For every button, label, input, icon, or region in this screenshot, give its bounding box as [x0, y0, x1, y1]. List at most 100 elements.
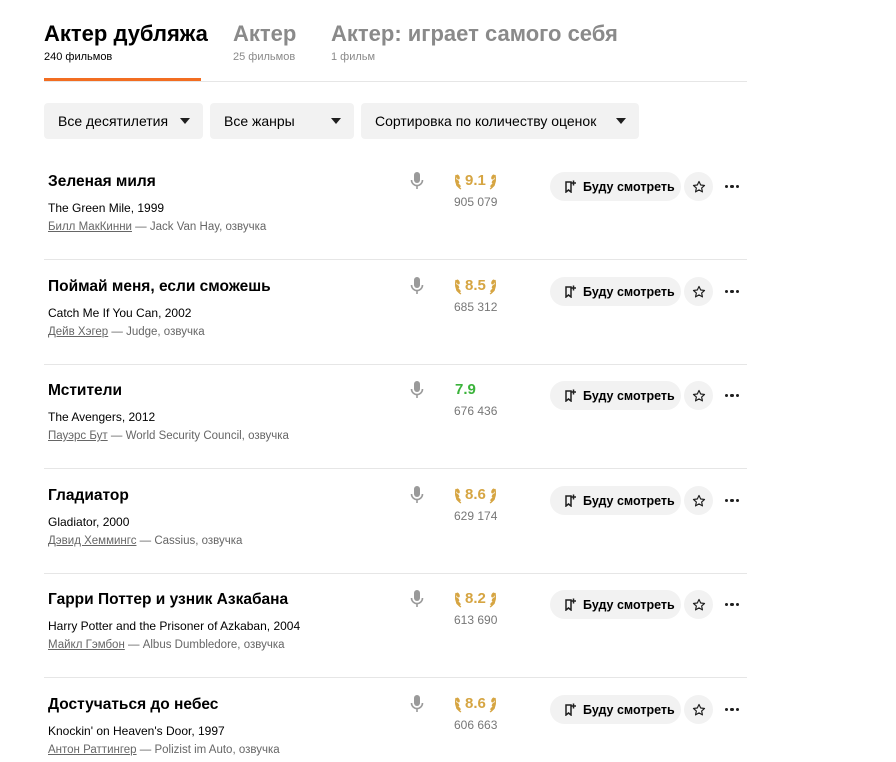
rating-value: 7.9 [455, 381, 476, 398]
dot-icon [730, 498, 734, 503]
film-original-title: Gladiator, 2000 [48, 515, 130, 529]
role-text: — Jack Van Hay, озвучка [131, 221, 267, 233]
decades-filter[interactable]: Все десятилетия [44, 103, 203, 139]
star-icon [692, 180, 706, 194]
more-options-button[interactable] [721, 486, 743, 515]
dot-icon [730, 289, 734, 294]
role-text: — Judge, озвучка [108, 326, 205, 338]
tab-actor-self[interactable]: Актер: играет самого себя 1 фильм [331, 20, 618, 64]
film-row: Поймай меня, если сможешь Catch Me If You… [44, 260, 747, 365]
genres-filter[interactable]: Все жанры [210, 103, 354, 139]
laurel-left-icon [453, 695, 463, 713]
role-tabs: Актер дубляжа 240 фильмов Актер 25 фильм… [44, 0, 747, 82]
genres-filter-label: Все жанры [224, 113, 295, 129]
bookmark-add-icon [564, 180, 583, 193]
film-title[interactable]: Гладиатор [48, 486, 129, 506]
watch-later-label: Буду смотреть [583, 179, 675, 194]
microphone-icon [410, 695, 424, 713]
laurel-left-icon [453, 277, 463, 295]
film-row: Гладиатор Gladiator, 2000 Дэвид Хеммингс —… [44, 469, 747, 574]
votes-count: 905 079 [454, 195, 498, 209]
film-title[interactable]: Достучаться до небес [48, 695, 218, 715]
watch-later-button[interactable]: Буду смотреть [550, 590, 681, 619]
microphone-icon [410, 172, 424, 190]
dot-icon [735, 498, 740, 503]
film-role: Дэвид Хеммингс — Cassius, озвучка [48, 533, 242, 549]
rating: 9.1 [453, 170, 498, 192]
votes-count: 613 690 [454, 613, 498, 627]
rating-value: 9.1 [465, 172, 486, 189]
sort-select-label: Сортировка по количеству оценок [375, 113, 597, 129]
film-row: Достучаться до небес Knockin' on Heaven's… [44, 678, 747, 762]
microphone-icon [410, 590, 424, 608]
film-role: Билл МакКинни — Jack Van Hay, озвучка [48, 219, 266, 235]
more-options-button[interactable] [721, 277, 743, 306]
film-title[interactable]: Поймай меня, если сможешь [48, 277, 271, 297]
star-rate-button[interactable] [684, 277, 713, 306]
person-link[interactable]: Майкл Гэмбон [48, 639, 125, 651]
watch-later-button[interactable]: Буду смотреть [550, 277, 681, 306]
film-role: Майкл Гэмбон — Albus Dumbledore, озвучка [48, 637, 285, 653]
star-icon [692, 389, 706, 403]
tab-actor[interactable]: Актер 25 фильмов [233, 20, 296, 64]
laurel-right-icon [488, 172, 498, 190]
watch-later-button[interactable]: Буду смотреть [550, 172, 681, 201]
star-icon [692, 494, 706, 508]
dot-icon [724, 393, 729, 398]
watch-later-button[interactable]: Буду смотреть [550, 695, 681, 724]
film-original-title: The Green Mile, 1999 [48, 201, 165, 215]
sort-select[interactable]: Сортировка по количеству оценок [361, 103, 639, 139]
star-rate-button[interactable] [684, 172, 713, 201]
star-rate-button[interactable] [684, 695, 713, 724]
film-title[interactable]: Зеленая миля [48, 172, 156, 192]
more-options-button[interactable] [721, 590, 743, 619]
dot-icon [730, 184, 734, 189]
film-title[interactable]: Гарри Поттер и узник Азкабана [48, 590, 288, 610]
votes-count: 606 663 [454, 718, 498, 732]
star-rate-button[interactable] [684, 381, 713, 410]
active-tab-underline [44, 78, 201, 81]
tab-count: 240 фильмов [44, 51, 113, 63]
microphone-icon [410, 277, 424, 295]
star-rate-button[interactable] [684, 486, 713, 515]
person-link[interactable]: Дейв Хэгер [48, 326, 108, 338]
dot-icon [735, 602, 740, 607]
laurel-right-icon [488, 486, 498, 504]
person-link[interactable]: Пауэрс Бут [48, 430, 108, 442]
bookmark-add-icon [564, 494, 583, 507]
star-icon [692, 598, 706, 612]
film-row: Гарри Поттер и узник Азкабана Harry Potte… [44, 573, 747, 678]
watch-later-label: Буду смотреть [583, 388, 675, 403]
laurel-left-icon [453, 486, 463, 504]
person-link[interactable]: Билл МакКинни [48, 221, 132, 233]
votes-count: 629 174 [454, 509, 498, 523]
tab-title: Актер [233, 21, 297, 46]
film-row: Мстители The Avengers, 2012 Пауэрс Бут — W… [44, 364, 747, 469]
more-options-button[interactable] [721, 695, 743, 724]
star-icon [692, 703, 706, 717]
tab-title: Актер: играет самого себя [331, 21, 618, 46]
more-options-button[interactable] [721, 172, 743, 201]
microphone-icon [410, 486, 424, 504]
film-title[interactable]: Мстители [48, 381, 122, 401]
rating: 8.6 [453, 693, 498, 715]
star-icon [692, 285, 706, 299]
star-rate-button[interactable] [684, 590, 713, 619]
person-link[interactable]: Дэвид Хеммингс [48, 535, 136, 547]
person-link[interactable]: Антон Раттингер [48, 744, 137, 756]
film-row: Зеленая миля The Green Mile, 1999 Билл Мак… [44, 155, 747, 260]
more-options-button[interactable] [721, 381, 743, 410]
rating-value: 8.6 [465, 695, 486, 712]
tab-voice-actor[interactable]: Актер дубляжа 240 фильмов [44, 20, 208, 64]
dot-icon [730, 707, 734, 712]
role-text: — Cassius, озвучка [136, 535, 243, 547]
rating: 7.9 [453, 379, 478, 401]
dot-icon [724, 498, 729, 503]
film-role: Антон Раттингер — Polizist im Auto, озву… [48, 742, 280, 758]
watch-later-button[interactable]: Буду смотреть [550, 486, 681, 515]
watch-later-button[interactable]: Буду смотреть [550, 381, 681, 410]
role-text: — Polizist im Auto, озвучка [136, 744, 280, 756]
bookmark-add-icon [564, 598, 583, 611]
watch-later-label: Буду смотреть [583, 597, 675, 612]
film-original-title: Harry Potter and the Prisoner of Azkaban… [48, 619, 301, 633]
